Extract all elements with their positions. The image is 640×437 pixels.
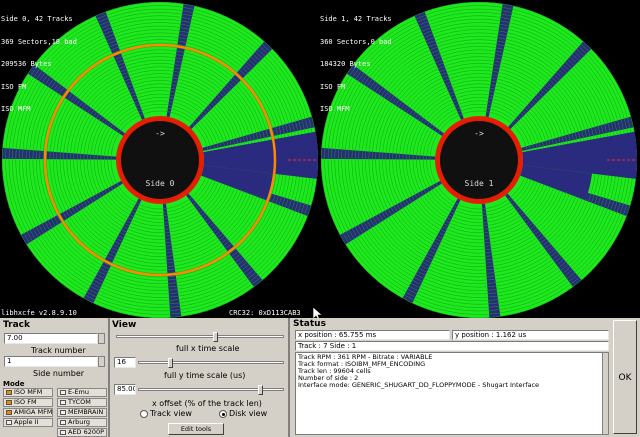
track-side-field: Track : 7 Side : 1 — [295, 341, 609, 351]
x-scale-slider-thumb[interactable] — [213, 332, 218, 342]
mode-button[interactable]: Apple II — [3, 418, 53, 427]
mode-led-icon — [6, 400, 12, 405]
y-scale-slider-thumb[interactable] — [168, 358, 173, 368]
status-panel: Status x position : 65.755 ms y position… — [290, 318, 640, 437]
side-number-spinner[interactable] — [98, 356, 105, 367]
mode-button-label: MEMBRAIN — [68, 408, 104, 416]
y-scale-slider[interactable] — [138, 361, 284, 364]
mode-button[interactable]: AED 6200P — [57, 428, 107, 437]
mode-button-label: ISO FM — [14, 398, 37, 406]
rotation-arrow-icon: -> — [474, 129, 484, 138]
status-panel-title: Status — [293, 319, 326, 329]
track-panel-title: Track — [3, 320, 30, 330]
mode-button-label: AED 6200P — [68, 428, 105, 436]
disk-view-label[interactable]: Disk view — [229, 409, 267, 418]
side0-info: Side 0, 42 Tracks 369 Sectors,18 bad 209… — [1, 15, 77, 113]
hub-side-label: Side 1 — [465, 179, 494, 188]
y-scale-input[interactable]: 16 — [114, 357, 136, 368]
mode-title: Mode — [3, 380, 25, 388]
mode-button[interactable]: TYCOM — [57, 398, 107, 407]
track-view-label[interactable]: Track view — [150, 409, 192, 418]
mode-led-icon — [6, 420, 12, 425]
mode-led-icon — [6, 410, 12, 415]
mode-button-label: ISO MFM — [14, 388, 43, 396]
view-panel-title: View — [112, 320, 137, 330]
mode-button-label: AMIGA MFM — [14, 408, 53, 416]
track-panel: Track 7.00 Track number 1 Side number Mo… — [0, 318, 108, 437]
hub-side-label: Side 0 — [146, 179, 175, 188]
details-scrollbar[interactable] — [602, 352, 609, 435]
x-offset-slider-thumb[interactable] — [258, 385, 263, 395]
x-scale-slider[interactable] — [116, 335, 284, 338]
mode-led-icon — [60, 410, 66, 415]
edit-tools-button[interactable]: Edit tools — [168, 423, 224, 435]
mode-button-label: TYCOM — [68, 398, 91, 406]
track-number-input[interactable]: 7.00 — [4, 333, 98, 344]
rotation-arrow-icon: -> — [155, 129, 165, 138]
mode-button[interactable]: AMIGA MFM — [3, 408, 53, 417]
mode-led-icon — [60, 400, 66, 405]
side-number-input[interactable]: 1 — [4, 356, 98, 367]
version-label: libhxcfe v2.8.9.10 — [1, 309, 77, 317]
crc-label: CRC32: 0xD113CAB3 — [229, 309, 301, 317]
x-position-field: x position : 65.755 ms — [295, 330, 450, 340]
disk-view-radio[interactable] — [219, 410, 227, 418]
mode-led-icon — [60, 430, 66, 435]
mode-button[interactable]: E-Emu — [57, 388, 107, 397]
mode-led-icon — [6, 390, 12, 395]
view-panel: View full x time scale 16 full y time sc… — [110, 318, 288, 437]
y-scale-label: full y time scale (us) — [164, 371, 246, 380]
side1-info: Side 1, 42 Tracks 360 Sectors,0 bad 1843… — [320, 15, 392, 113]
y-position-field: y position : 1.162 us — [452, 330, 609, 340]
track-number-spinner[interactable] — [98, 333, 105, 344]
mode-button-label: Apple II — [14, 418, 39, 426]
x-offset-label: x offset (% of the track len) — [152, 399, 262, 408]
side-number-label: Side number — [33, 369, 85, 378]
track-view-radio[interactable] — [140, 410, 148, 418]
track-number-label: Track number — [31, 346, 86, 355]
ok-button[interactable]: OK — [613, 320, 637, 434]
mode-button[interactable]: ISO FM — [3, 398, 53, 407]
track-details-box[interactable]: Track RPM : 361 RPM - Bitrate : VARIABLE… — [295, 352, 609, 435]
mode-led-icon — [60, 420, 66, 425]
x-scale-label: full x time scale — [176, 344, 240, 353]
mode-button[interactable]: Arburg — [57, 418, 107, 427]
mode-button-label: E-Emu — [68, 388, 90, 396]
mode-led-icon — [60, 390, 66, 395]
mode-button-label: Arburg — [68, 418, 91, 426]
mode-button[interactable]: MEMBRAIN — [57, 408, 107, 417]
x-offset-input[interactable]: 85.00 — [114, 384, 136, 395]
mode-button[interactable]: ISO MFM — [3, 388, 53, 397]
